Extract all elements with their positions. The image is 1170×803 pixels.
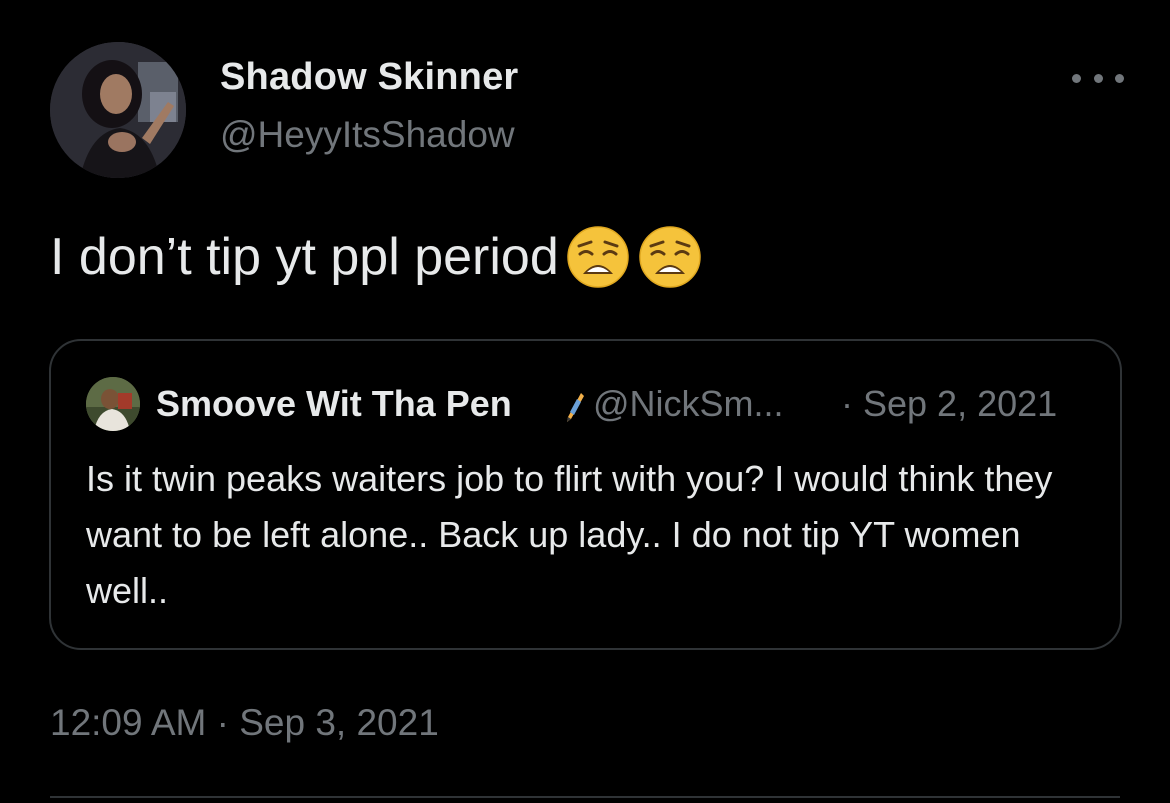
quoted-author-display-name[interactable]: Smoove Wit Tha Pen (156, 383, 512, 425)
weary-face-emoji-icon (637, 224, 703, 290)
quoted-tweet-text: Is it twin peaks waiters job to flirt wi… (86, 458, 1053, 611)
author-handle[interactable]: @HeyyItsShadow (220, 114, 515, 156)
quoted-separator: · (841, 383, 853, 424)
author-display-name[interactable]: Shadow Skinner (220, 56, 518, 99)
quoted-author-handle[interactable]: @NickSm... (593, 383, 784, 425)
more-horizontal-icon-dot (1093, 73, 1103, 83)
tweet: Shadow Skinner @HeyyItsShadow I don’t ti… (0, 0, 1170, 803)
weary-face-emoji-icon (565, 224, 631, 290)
author-avatar-image (50, 42, 186, 178)
tweet-timestamp[interactable]: 12:09 AM · Sep 3, 2021 (50, 702, 439, 744)
quoted-date[interactable]: Sep 2, 2021 (863, 383, 1057, 425)
divider (50, 796, 1120, 798)
more-horizontal-icon-dot (1115, 73, 1124, 83)
pen-icon (567, 393, 584, 422)
quoted-author-avatar[interactable] (86, 377, 140, 431)
author-avatar[interactable] (50, 42, 186, 178)
more-options-button[interactable] (1072, 62, 1124, 94)
tweet-body: I don’t tip yt ppl period (50, 224, 703, 290)
quoted-tweet-card[interactable]: Smoove Wit Tha Pen @NickSm... · Sep 2, 2… (49, 339, 1122, 650)
tweet-text: I don’t tip yt ppl period (50, 228, 559, 286)
more-horizontal-icon (1072, 73, 1081, 83)
quoted-author-avatar-image (86, 377, 140, 431)
